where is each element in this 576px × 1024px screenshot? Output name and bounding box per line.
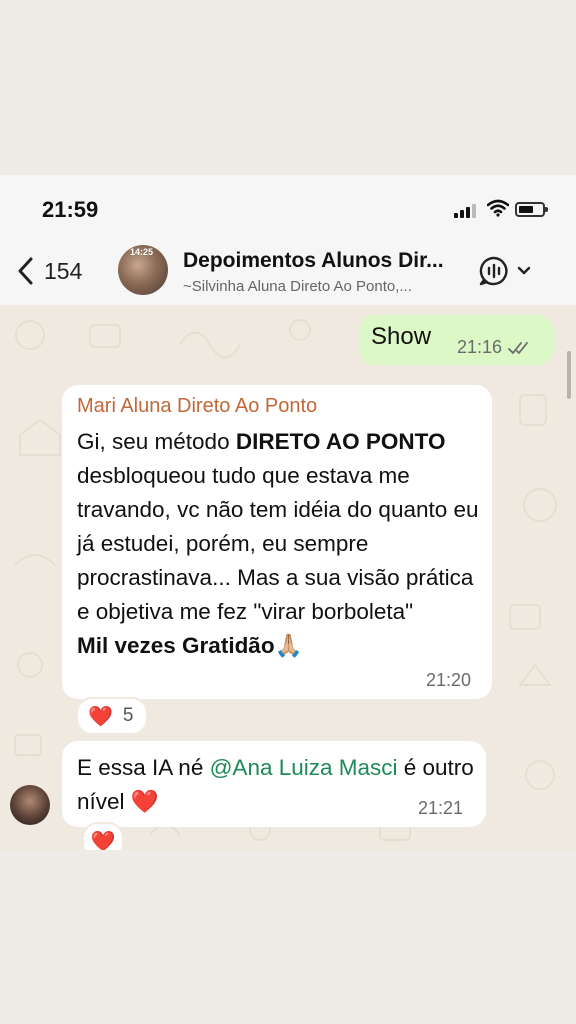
message-meta: 21:16	[457, 337, 533, 358]
status-bar: 21:59	[0, 175, 576, 237]
message-time: 21:16	[457, 337, 503, 357]
message-text: Gi, seu método	[77, 429, 236, 454]
avatar-tag: 14:25	[130, 247, 154, 257]
reaction-count: 5	[122, 705, 134, 726]
message-time: 21:20	[426, 670, 472, 690]
reaction-badge[interactable]: ❤️ 5	[76, 697, 148, 735]
audio-call-icon	[479, 256, 508, 286]
sender-name[interactable]: Mari Aluna Direto Ao Ponto	[77, 395, 317, 418]
scrollbar[interactable]	[567, 351, 571, 399]
outgoing-message[interactable]: Show 21:16	[359, 315, 553, 365]
back-button[interactable]: 154	[16, 251, 82, 291]
incoming-message[interactable]: Mari Aluna Direto Ao Ponto Gi, seu métod…	[62, 385, 492, 699]
message-text: E essa IA né	[77, 755, 210, 780]
heart-emoji: ❤️	[90, 830, 116, 851]
pray-emoji: 🙏🏼	[274, 633, 303, 658]
chevron-down-icon	[517, 266, 531, 275]
phone-screen: 21:59 154 14:25 Depoimentos Alunos Dir..…	[0, 175, 576, 850]
bold-text: Mil vezes Gratidão	[77, 633, 275, 658]
double-check-icon	[508, 341, 528, 354]
signal-icon	[454, 203, 480, 218]
group-members[interactable]: ~Silvinha Aluna Direto Ao Ponto,...	[183, 278, 412, 295]
message-time: 21:21	[418, 798, 464, 818]
message-text: Show	[371, 323, 432, 350]
status-time: 21:59	[42, 197, 99, 222]
heart-emoji: ❤️	[88, 705, 113, 728]
unread-count: 154	[44, 257, 83, 284]
group-avatar[interactable]: 14:25	[118, 245, 168, 295]
sender-avatar[interactable]	[10, 785, 50, 825]
bold-text: DIRETO AO PONTO	[235, 429, 446, 454]
message-text: desbloqueou tudo que estava me travando,…	[77, 463, 479, 624]
message-body: E essa IA né @Ana Luiza Masci é outro ní…	[77, 751, 477, 819]
chevron-left-icon	[18, 257, 33, 285]
mention-link[interactable]: @Ana Luiza Masci	[210, 755, 398, 780]
chat-area[interactable]: Show 21:16 Mari Aluna Direto Ao Ponto Gi…	[0, 305, 576, 850]
group-title[interactable]: Depoimentos Alunos Dir...	[183, 249, 444, 273]
incoming-message[interactable]: E essa IA né @Ana Luiza Masci é outro ní…	[62, 741, 486, 827]
wifi-icon	[487, 199, 509, 217]
bottom-margin	[0, 850, 576, 1024]
heart-emoji: ❤️	[130, 789, 159, 814]
top-margin	[0, 0, 576, 175]
battery-icon	[515, 202, 548, 217]
message-body: Gi, seu método DIRETO AO PONTO desbloque…	[77, 425, 487, 663]
chat-header: 154 14:25 Depoimentos Alunos Dir... ~Sil…	[0, 237, 576, 305]
reaction-badge[interactable]: ❤️	[82, 822, 124, 850]
audio-call-button[interactable]	[478, 255, 534, 287]
